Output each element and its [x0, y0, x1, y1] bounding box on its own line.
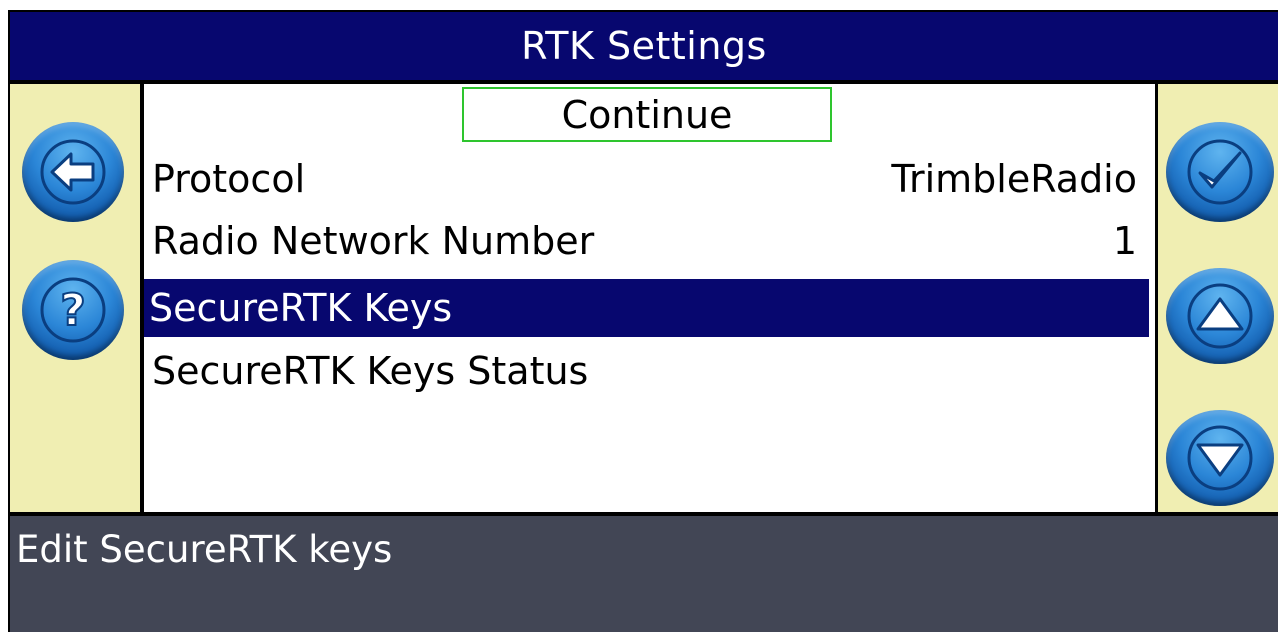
list-item-securertk-keys-status[interactable]: SecureRTK Keys Status [144, 342, 1149, 400]
status-bar: Edit SecureRTK keys [10, 516, 1278, 632]
svg-text:?: ? [60, 285, 86, 336]
back-button[interactable] [22, 122, 124, 222]
list-item-securertk-keys[interactable]: SecureRTK Keys [144, 279, 1149, 337]
scroll-down-icon [1187, 425, 1253, 491]
rtk-settings-screen: RTK Settings ? Continue Protocol Trimble… [0, 0, 1278, 632]
list-item-value: TrimbleRadio [891, 157, 1137, 201]
page-title: RTK Settings [10, 12, 1278, 80]
accept-button[interactable] [1166, 122, 1274, 222]
list-item-label: SecureRTK Keys [149, 286, 453, 330]
scroll-down-button[interactable] [1166, 410, 1274, 506]
list-item-label: Radio Network Number [152, 219, 595, 263]
list-item-value: 1 [1112, 219, 1137, 263]
list-item-label: Protocol [152, 157, 306, 201]
settings-list-panel: Continue Protocol TrimbleRadio Radio Net… [144, 84, 1155, 512]
scroll-up-button[interactable] [1166, 268, 1274, 364]
status-text: Edit SecureRTK keys [16, 528, 393, 571]
list-item-label: SecureRTK Keys Status [152, 349, 589, 393]
left-button-panel: ? [10, 84, 140, 512]
right-button-panel [1158, 84, 1278, 512]
back-arrow-icon [40, 139, 106, 205]
help-icon: ? [40, 277, 106, 343]
scroll-up-icon [1187, 283, 1253, 349]
checkmark-icon [1187, 139, 1253, 205]
list-item-protocol[interactable]: Protocol TrimbleRadio [144, 150, 1149, 208]
help-button[interactable]: ? [22, 260, 124, 360]
list-item-radio-network-number[interactable]: Radio Network Number 1 [144, 212, 1149, 270]
continue-button[interactable]: Continue [462, 87, 832, 142]
